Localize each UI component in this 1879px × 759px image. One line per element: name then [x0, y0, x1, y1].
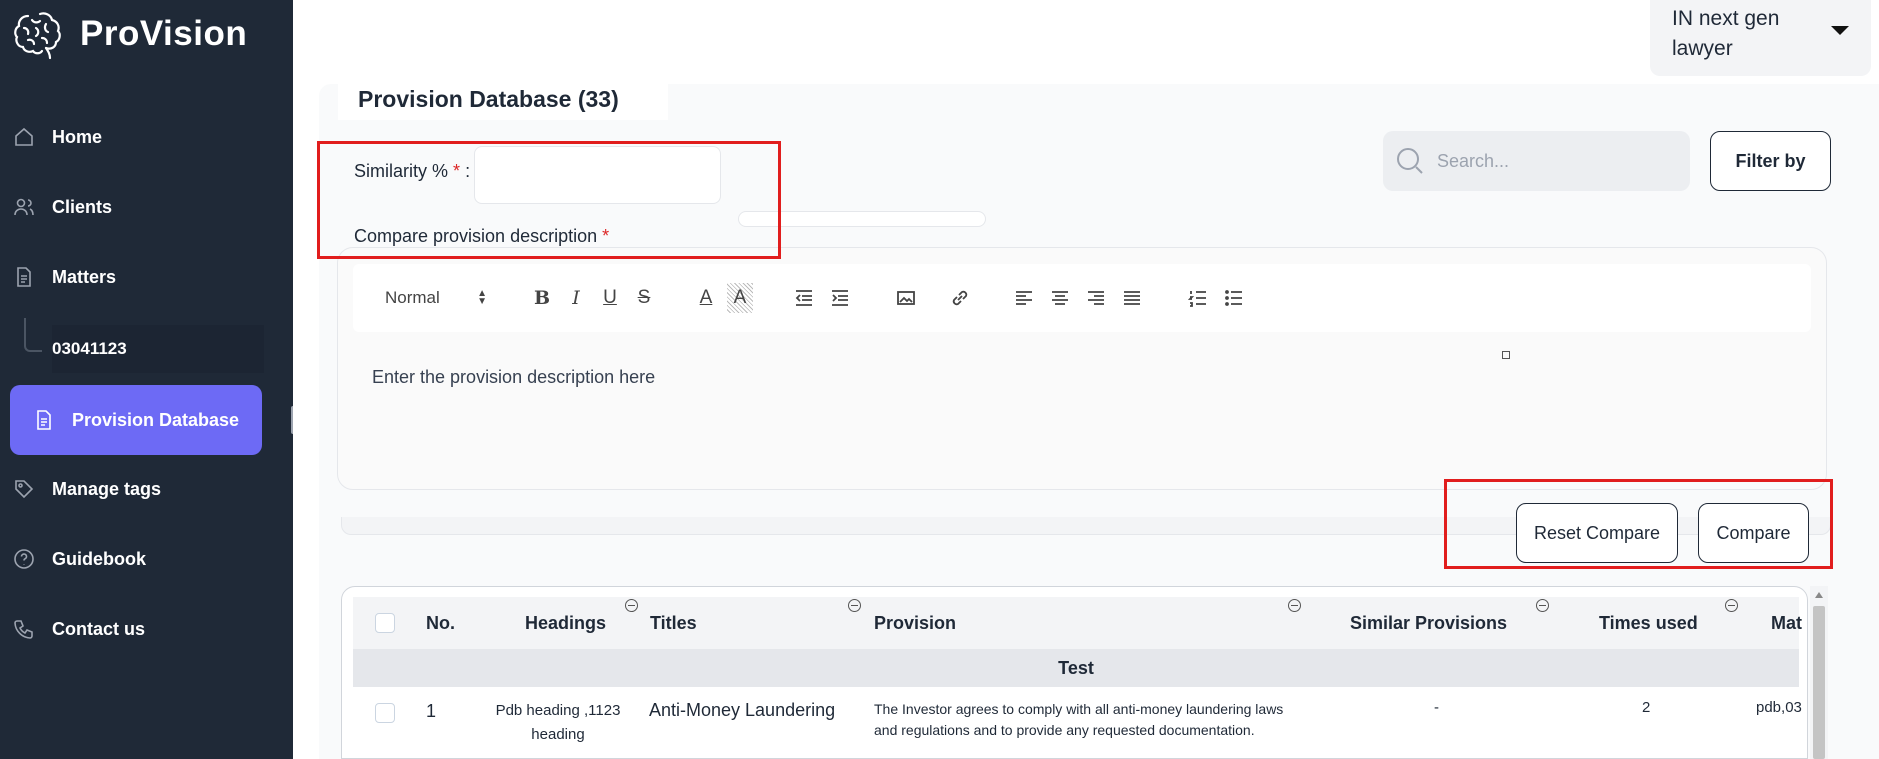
outdent-icon[interactable] — [789, 283, 819, 313]
indent-icon[interactable] — [825, 283, 855, 313]
cell-title[interactable]: Anti-Money Laundering — [649, 700, 835, 721]
similarity-label-text: Similarity % — [354, 161, 449, 181]
select-all-checkbox[interactable] — [375, 597, 395, 649]
column-header-no[interactable]: No. — [426, 597, 455, 649]
tree-connector — [24, 318, 42, 352]
ghost-field — [738, 211, 986, 227]
link-icon[interactable] — [945, 283, 975, 313]
scroll-thumb[interactable] — [1813, 606, 1825, 759]
users-icon — [14, 198, 34, 216]
compare-button[interactable]: Compare — [1698, 503, 1809, 563]
app-logo[interactable]: ProVision — [10, 4, 247, 64]
search-box[interactable] — [1383, 131, 1690, 191]
select-arrows-icon: ▲ ▼ — [477, 288, 487, 307]
reset-compare-button[interactable]: Reset Compare — [1516, 503, 1678, 563]
strike-icon[interactable]: S — [631, 283, 657, 313]
search-icon — [1397, 148, 1423, 174]
resize-icon — [1502, 351, 1510, 359]
sidebar-item-label: Contact us — [52, 618, 146, 639]
align-left-icon[interactable] — [1009, 283, 1039, 313]
collapse-icon[interactable] — [1288, 599, 1301, 612]
table-header: No. Headings Titles Provision Similar Pr… — [353, 597, 1802, 649]
bold-icon[interactable]: B — [529, 283, 555, 313]
compare-label-text: Compare provision description — [354, 226, 598, 246]
sidebar-item-label: Clients — [52, 196, 113, 217]
cell-matters: pdb,03 — [1756, 699, 1802, 716]
brain-icon — [14, 12, 61, 60]
collapse-icon[interactable] — [1725, 599, 1738, 612]
caret-down-icon — [1831, 26, 1849, 35]
sidebar-item-label: Provision Database — [72, 409, 240, 430]
align-right-icon[interactable] — [1081, 283, 1111, 313]
user-name: IN next gen lawyer — [1672, 7, 1780, 60]
bullet-list-icon[interactable] — [1219, 283, 1249, 313]
column-header-times-used[interactable]: Times used — [1599, 597, 1698, 649]
tag-icon — [15, 480, 34, 499]
cell-headings: Pdb heading ,1123 heading — [495, 702, 621, 743]
app-name: ProVision — [80, 14, 248, 53]
sidebar-item-label: 03041123 — [52, 339, 127, 358]
search-input[interactable] — [1437, 150, 1657, 172]
sidebar-item-manage-tags[interactable]: Manage tags — [10, 463, 262, 515]
text-color-icon[interactable]: A — [693, 283, 719, 313]
compare-description-label: Compare provision description * — [354, 226, 609, 247]
sidebar-item-clients[interactable]: Clients — [10, 181, 262, 233]
sidebar-item-guidebook[interactable]: Guidebook — [10, 533, 262, 585]
sidebar-item-label: Home — [52, 126, 103, 147]
home-icon — [15, 127, 33, 146]
format-select-value: Normal — [385, 288, 440, 307]
similarity-label: Similarity % * : — [354, 161, 470, 182]
cell-similar-provisions: - — [1434, 699, 1439, 716]
underline-icon[interactable]: U — [597, 283, 623, 313]
column-header-similar-provisions[interactable]: Similar Provisions — [1350, 597, 1507, 649]
sidebar: ProVision Home Clients Matters 03041123 … — [0, 0, 293, 759]
required-mark: * — [453, 161, 461, 181]
format-select[interactable]: Normal ▲ ▼ — [385, 283, 495, 313]
phone-icon — [14, 620, 33, 639]
column-header-matters[interactable]: Mat — [1771, 597, 1802, 649]
sidebar-item-label: Guidebook — [52, 548, 146, 569]
editor-toolbar: Normal ▲ ▼ B I U S A A — [353, 264, 1811, 332]
table-row[interactable]: 1 Pdb heading ,1123 heading Anti-Money L… — [353, 687, 1802, 758]
cell-provision: The Investor agrees to comply with all a… — [874, 701, 1284, 738]
cell-times-used: 2 — [1642, 699, 1651, 716]
table-scrollbar[interactable] — [1810, 586, 1828, 759]
image-icon[interactable] — [891, 283, 921, 313]
page-title: Provision Database (33) — [338, 80, 668, 120]
scroll-up-icon[interactable] — [1815, 592, 1823, 598]
required-mark: * — [602, 226, 610, 246]
similarity-input[interactable] — [474, 146, 721, 204]
column-header-headings[interactable]: Headings — [525, 597, 606, 649]
sidebar-item-label: Matters — [52, 266, 117, 287]
file-icon — [37, 410, 51, 430]
collapse-icon[interactable] — [625, 599, 638, 612]
column-header-titles[interactable]: Titles — [650, 597, 697, 649]
align-center-icon[interactable] — [1045, 283, 1075, 313]
align-justify-icon[interactable] — [1117, 283, 1147, 313]
label-colon: : — [465, 161, 471, 181]
document-icon — [17, 267, 31, 287]
ordered-list-icon[interactable] — [1183, 283, 1213, 313]
row-checkbox[interactable] — [375, 703, 395, 723]
sidebar-item-provision-database[interactable]: Provision Database — [10, 385, 262, 455]
sidebar-item-matter-03041123[interactable]: 03041123 — [52, 325, 264, 373]
provisions-table: No. Headings Titles Provision Similar Pr… — [341, 586, 1808, 759]
column-header-provision[interactable]: Provision — [874, 597, 956, 649]
collapse-icon[interactable] — [1536, 599, 1549, 612]
cell-no: 1 — [426, 701, 437, 721]
sidebar-item-home[interactable]: Home — [10, 111, 262, 163]
collapse-icon[interactable] — [848, 599, 861, 612]
italic-icon[interactable]: I — [563, 283, 589, 313]
user-menu-dropdown[interactable]: IN next gen lawyer — [1650, 0, 1871, 76]
sidebar-item-contact-us[interactable]: Contact us — [10, 603, 262, 655]
sidebar-item-matters[interactable]: Matters — [10, 251, 262, 303]
editor-placeholder[interactable]: Enter the provision description here — [372, 367, 655, 388]
highlight-icon[interactable]: A — [727, 283, 753, 313]
filter-by-button[interactable]: Filter by — [1710, 131, 1831, 191]
sidebar-item-label: Manage tags — [52, 478, 162, 499]
group-row: Test — [353, 649, 1799, 687]
help-circle-icon — [14, 549, 34, 569]
